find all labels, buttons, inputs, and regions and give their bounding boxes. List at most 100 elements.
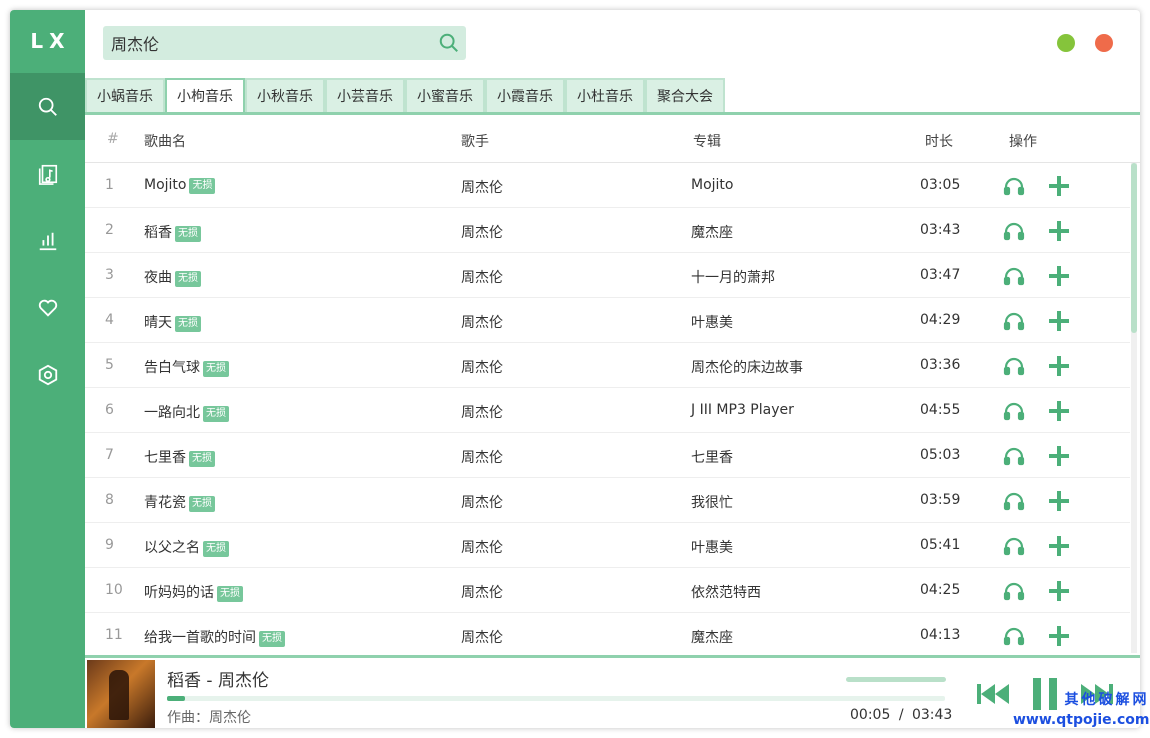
table-row[interactable]: 11 给我一首歌的时间 无损 周杰伦 魔杰座 04:13 (85, 613, 1130, 655)
listen-button[interactable] (1002, 399, 1026, 423)
duration: 03:43 (920, 222, 961, 238)
album[interactable]: 叶惠美 (691, 312, 733, 332)
table-row[interactable]: 3 夜曲 无损 周杰伦 十一月的萧邦 03:47 (85, 253, 1130, 298)
plus-icon (1049, 221, 1069, 241)
singer[interactable]: 周杰伦 (461, 222, 503, 242)
table-row[interactable]: 7 七里香 无损 周杰伦 七里香 05:03 (85, 433, 1130, 478)
search-box (103, 26, 466, 60)
add-to-list-button[interactable] (1047, 624, 1071, 648)
listen-button[interactable] (1002, 624, 1026, 648)
progress-bar[interactable] (167, 696, 945, 701)
listen-button[interactable] (1002, 219, 1026, 243)
lossless-badge: 无损 (175, 271, 201, 287)
tab-source-7[interactable]: 小杜音乐 (565, 78, 645, 112)
table-row[interactable]: 2 稻香 无损 周杰伦 魔杰座 03:43 (85, 208, 1130, 253)
tab-source-5[interactable]: 小蜜音乐 (405, 78, 485, 112)
scrollbar[interactable] (1131, 163, 1137, 653)
singer[interactable]: 周杰伦 (461, 582, 503, 602)
tab-source-1[interactable]: 小蜗音乐 (85, 78, 165, 112)
song-name-text: 晴天 (144, 315, 172, 331)
album[interactable]: 周杰伦的床边故事 (691, 357, 803, 377)
lossless-badge: 无损 (259, 631, 285, 647)
singer[interactable]: 周杰伦 (461, 627, 503, 647)
album[interactable]: 魔杰座 (691, 222, 733, 242)
add-to-list-button[interactable] (1047, 219, 1071, 243)
scrollbar-thumb[interactable] (1131, 163, 1137, 333)
main-area: 小蜗音乐 小枸音乐 小秋音乐 小芸音乐 小蜜音乐 小霞音乐 小杜音乐 聚合大会 … (85, 10, 1140, 728)
table-row[interactable]: 6 一路向北 无损 周杰伦 J III MP3 Player 04:55 (85, 388, 1130, 433)
search-button[interactable] (432, 26, 466, 60)
album[interactable]: 依然范特西 (691, 582, 761, 602)
song-name-text: 告白气球 (144, 360, 200, 376)
add-to-list-button[interactable] (1047, 174, 1071, 198)
album[interactable]: 我很忙 (691, 492, 733, 512)
top-bar (85, 10, 1140, 77)
listen-button[interactable] (1002, 174, 1026, 198)
album[interactable]: 十一月的萧邦 (691, 267, 775, 287)
singer[interactable]: 周杰伦 (461, 267, 503, 287)
lossless-badge: 无损 (203, 541, 229, 557)
plus-icon (1049, 626, 1069, 646)
song-name: Mojito 无损 (144, 177, 216, 194)
add-to-list-button[interactable] (1047, 309, 1071, 333)
tab-source-3[interactable]: 小秋音乐 (245, 78, 325, 112)
listen-button[interactable] (1002, 579, 1026, 603)
add-to-list-button[interactable] (1047, 444, 1071, 468)
singer[interactable]: 周杰伦 (461, 357, 503, 377)
singer[interactable]: 周杰伦 (461, 492, 503, 512)
table-row[interactable]: 9 以父之名 无损 周杰伦 叶惠美 05:41 (85, 523, 1130, 568)
album[interactable]: 叶惠美 (691, 537, 733, 557)
sidebar-item-search[interactable] (10, 73, 85, 140)
add-to-list-button[interactable] (1047, 354, 1071, 378)
tab-source-2[interactable]: 小枸音乐 (165, 78, 245, 112)
sidebar-item-song-list[interactable] (10, 140, 85, 207)
singer[interactable]: 周杰伦 (461, 177, 503, 197)
tab-source-8[interactable]: 聚合大会 (645, 78, 725, 112)
table-row[interactable]: 8 青花瓷 无损 周杰伦 我很忙 03:59 (85, 478, 1130, 523)
singer[interactable]: 周杰伦 (461, 312, 503, 332)
add-to-list-button[interactable] (1047, 489, 1071, 513)
album[interactable]: J III MP3 Player (691, 402, 794, 418)
add-to-list-button[interactable] (1047, 264, 1071, 288)
singer[interactable]: 周杰伦 (461, 447, 503, 467)
singer[interactable]: 周杰伦 (461, 537, 503, 557)
sidebar-item-settings[interactable] (10, 341, 85, 408)
volume-slider[interactable] (846, 677, 946, 682)
tab-source-4[interactable]: 小芸音乐 (325, 78, 405, 112)
singer[interactable]: 周杰伦 (461, 402, 503, 422)
duration: 03:05 (920, 177, 961, 193)
table-row[interactable]: 5 告白气球 无损 周杰伦 周杰伦的床边故事 03:36 (85, 343, 1130, 388)
add-to-list-button[interactable] (1047, 399, 1071, 423)
previous-button[interactable] (973, 674, 1013, 714)
table-row[interactable]: 10 听妈妈的话 无损 周杰伦 依然范特西 04:25 (85, 568, 1130, 613)
row-number: 11 (105, 627, 123, 643)
table-row[interactable]: 1 Mojito 无损 周杰伦 Mojito 03:05 (85, 163, 1130, 208)
minimize-button[interactable] (1057, 34, 1075, 52)
album-cover[interactable] (87, 660, 155, 728)
headphones-icon (1003, 627, 1025, 646)
plus-icon (1049, 401, 1069, 421)
album[interactable]: 魔杰座 (691, 627, 733, 647)
sidebar-item-leaderboard[interactable] (10, 207, 85, 274)
lossless-badge: 无损 (175, 226, 201, 242)
header-num: # (107, 131, 119, 147)
plus-icon (1049, 266, 1069, 286)
search-input[interactable] (103, 26, 432, 60)
table-row[interactable]: 4 晴天 无损 周杰伦 叶惠美 04:29 (85, 298, 1130, 343)
header-name: 歌曲名 (144, 134, 186, 150)
listen-button[interactable] (1002, 489, 1026, 513)
add-to-list-button[interactable] (1047, 534, 1071, 558)
album[interactable]: Mojito (691, 177, 733, 193)
add-to-list-button[interactable] (1047, 579, 1071, 603)
tab-source-6[interactable]: 小霞音乐 (485, 78, 565, 112)
listen-button[interactable] (1002, 534, 1026, 558)
close-button[interactable] (1095, 34, 1113, 52)
album[interactable]: 七里香 (691, 447, 733, 467)
listen-button[interactable] (1002, 354, 1026, 378)
lossless-badge: 无损 (189, 496, 215, 512)
listen-button[interactable] (1002, 444, 1026, 468)
sidebar-item-favorites[interactable] (10, 274, 85, 341)
listen-button[interactable] (1002, 264, 1026, 288)
song-name: 以父之名 无损 (144, 537, 229, 557)
listen-button[interactable] (1002, 309, 1026, 333)
